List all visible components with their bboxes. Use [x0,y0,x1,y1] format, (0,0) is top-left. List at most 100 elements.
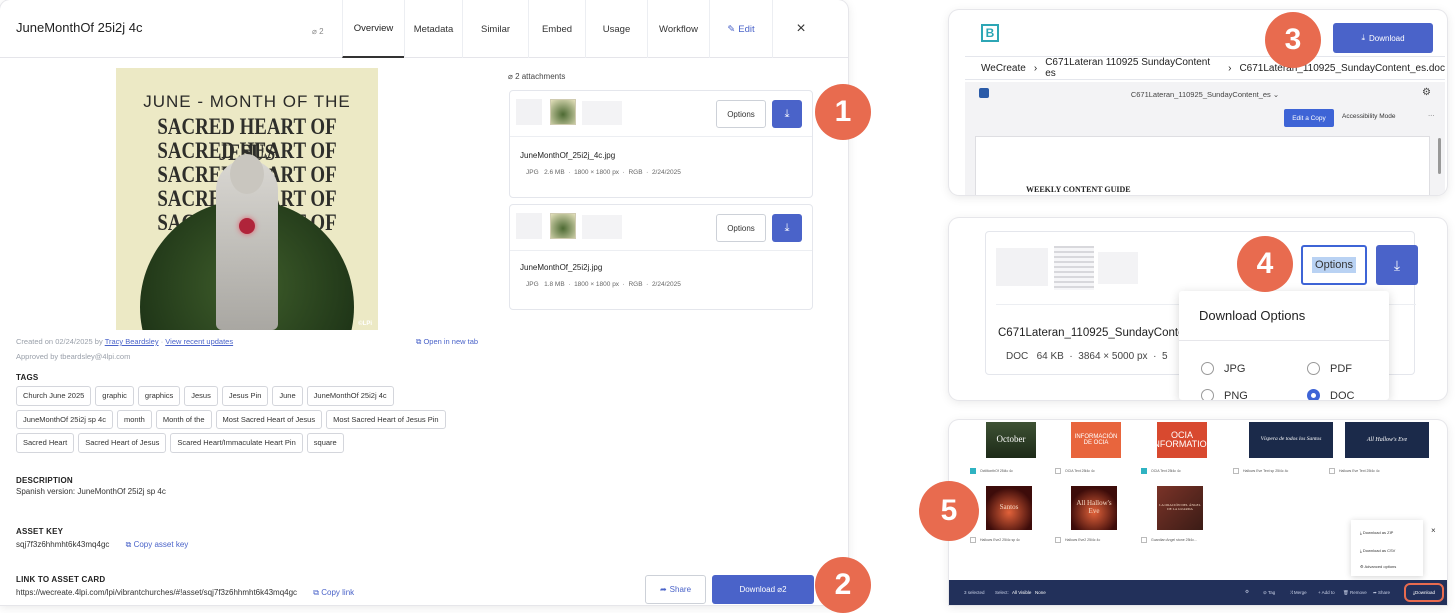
share-action[interactable]: ➦ Share [1373,590,1390,596]
asset-preview-image: JUNE - MONTH OF THE SACRED HEART OF JESU… [116,68,378,330]
asset-thumbnail[interactable]: All Hallow's Eve [1071,486,1117,530]
attachment-thumbnails: Options ⤓ [510,91,812,137]
more-icon[interactable]: ··· [1428,112,1435,119]
breadcrumb-item[interactable]: C671Lateran 110925 SundayContent es [1045,57,1220,79]
select-none[interactable]: None [1035,590,1046,595]
tag-chip[interactable]: graphic [95,386,134,406]
checkbox-icon[interactable] [970,537,976,543]
merge-action[interactable]: ⤨ Merge [1289,590,1307,595]
checkbox-icon[interactable] [1055,537,1061,543]
checkbox-icon[interactable] [1055,468,1061,474]
download-button[interactable]: ⤓ Download [1333,23,1433,53]
asset-thumbnail[interactable]: October [986,422,1036,458]
tag-chip[interactable]: Jesus Pin [221,386,269,406]
tag-chip[interactable]: square [306,433,344,453]
created-text: Created on 02/24/2025 by [16,337,103,346]
asset-thumbnail[interactable]: Víspera de todos los Santos [1249,422,1333,458]
doc-thumbnail[interactable] [1054,246,1094,290]
format-option-doc[interactable]: DOC [1307,389,1354,400]
tag-action[interactable]: ⊘ Tag [1263,590,1275,596]
asset-label-row[interactable]: OctMonthOf 25i4c 4c [970,468,1013,474]
attachment-thumbnail[interactable] [550,213,576,239]
file-color-mode: RGB [628,169,643,176]
tab-overview[interactable]: Overview [342,0,404,58]
download-button[interactable]: ⤓ [772,100,802,128]
tab-workflow[interactable]: Workflow [647,0,709,58]
tag-chip[interactable]: graphics [137,386,181,406]
download-button[interactable]: ⤓ [772,214,802,242]
checkbox-icon[interactable] [1233,468,1239,474]
tab-embed[interactable]: Embed [528,0,585,58]
download-all-button[interactable]: Download ⌀ 2 [712,575,814,604]
tag-chip[interactable]: Most Sacred Heart of Jesus Pin [326,409,446,429]
doc-name[interactable]: C671Lateran_110925_SundayContent_es [1131,90,1271,99]
tab-similar[interactable]: Similar [462,0,528,58]
tag-chip[interactable]: Month of the [155,409,212,429]
document-viewer-panel: B ⤓ Download WeCreate › C671Lateran 110925… [949,10,1447,195]
tab-metadata[interactable]: Metadata [404,0,462,58]
asset-thumbnail[interactable]: Santos [986,486,1032,530]
attachment-count-chip[interactable]: ⌀ 2 [312,27,324,36]
breadcrumb-item[interactable]: WeCreate [981,63,1026,74]
asset-label: Hallows Eve Text 25i4c 4c [1339,469,1380,473]
download-action[interactable]: ⤓ Download [1404,583,1444,602]
tag-chip[interactable]: Jesus [184,386,218,406]
asset-label-row[interactable]: Guardian Angel stone 25i4c... [1141,537,1197,543]
asset-thumbnail[interactable]: All Hallow's Eve [1345,422,1429,458]
checkbox-icon[interactable] [1141,537,1147,543]
asset-label-row[interactable]: Hallows Eve2 25i4c sp 4c [970,537,1020,543]
tag-chip[interactable]: Church June 2025 [16,386,92,406]
tab-usage[interactable]: Usage [585,0,647,58]
asset-thumbnail[interactable]: OCIA INFORMATION [1157,422,1207,458]
asset-thumbnail[interactable]: LA ORACIÓN DEL ÁNGEL DE LA GUARDA [1157,486,1203,530]
checkbox-checked-icon[interactable] [970,468,976,474]
tab-edit[interactable]: ✎ Edit [709,0,772,58]
options-button[interactable]: Options [1301,245,1367,285]
tag-chip[interactable]: JuneMonthOf 25i2j sp 4c [16,409,113,429]
tag-chip[interactable]: Scared Heart/Immaculate Heart Pin [170,433,303,453]
asset-label-row[interactable]: Hallows Eve Text sp 25i4c 4c [1233,468,1288,474]
format-option-png[interactable]: PNG [1201,389,1248,400]
format-option-pdf[interactable]: PDF [1307,362,1352,375]
scrollbar[interactable] [1438,138,1441,174]
copy-asset-key-button[interactable]: ⧉ Copy asset key [126,540,189,549]
download-csv-option[interactable]: ⤓ Download as CSV [1360,548,1395,553]
asset-label-row[interactable]: Hallows Eve Text 25i4c 4c [1329,468,1380,474]
attachment-thumbnail[interactable] [550,99,576,125]
checkbox-checked-icon[interactable] [1141,468,1147,474]
accessibility-mode-button[interactable]: Accessibility Mode [1342,113,1395,120]
edit-copy-button[interactable]: Edit a Copy [1284,109,1334,127]
tag-chip[interactable]: Sacred Heart of Jesus [78,433,167,453]
checkbox-icon[interactable] [1329,468,1335,474]
copy-link-button[interactable]: ⧉ Copy link [313,588,354,597]
format-option-jpg[interactable]: JPG [1201,362,1245,375]
tag-chip[interactable]: Most Sacred Heart of Jesus [215,409,323,429]
asset-label-row[interactable]: OCIA Text 25i4c 4c [1055,468,1095,474]
select-all-visible[interactable]: All Visible [1012,590,1031,595]
asset-label-row[interactable]: Hallows Eve2 25i4c 4c [1055,537,1100,543]
radio-selected-icon [1307,389,1320,400]
download-button[interactable]: ⤓ [1376,245,1418,285]
view-updates-link[interactable]: View recent updates [165,337,233,346]
remove-action[interactable]: 🗑 Remove [1343,590,1367,596]
asset-label-row[interactable]: OCIA Text 25i4c 4c [1141,468,1181,474]
advanced-options[interactable]: ⚙ Advanced options [1360,564,1396,569]
options-button[interactable]: Options [716,100,766,128]
close-icon[interactable]: × [1431,526,1436,535]
tag-chip[interactable]: Sacred Heart [16,433,75,453]
settings-icon[interactable]: ⚙ [1245,589,1249,595]
settings-icon[interactable]: ⚙ [1422,87,1431,98]
open-new-tab-link[interactable]: ⧉ Open in new tab [416,337,478,347]
tag-chip[interactable]: month [116,409,152,429]
share-button[interactable]: ➦ Share [645,575,706,604]
options-button[interactable]: Options [716,214,766,242]
tag-chip[interactable]: June [272,386,303,406]
asset-thumbnail[interactable]: INFORMACIÓN DE OCIA [1071,422,1121,458]
tag-chip[interactable]: JuneMonthOf 25i2j 4c [306,386,394,406]
add-to-action[interactable]: + Add to [1318,590,1335,595]
asset-label: Hallows Eve2 25i4c 4c [1065,538,1101,542]
download-zip-option[interactable]: ⤓ Download as ZIP [1360,530,1393,535]
close-button[interactable]: × [772,0,829,58]
creator-link[interactable]: Tracy Beardsley [105,337,159,346]
asset-detail-panel: JuneMonthOf 25i2j 4c ⌀ 2 Overview Metada… [0,0,848,605]
